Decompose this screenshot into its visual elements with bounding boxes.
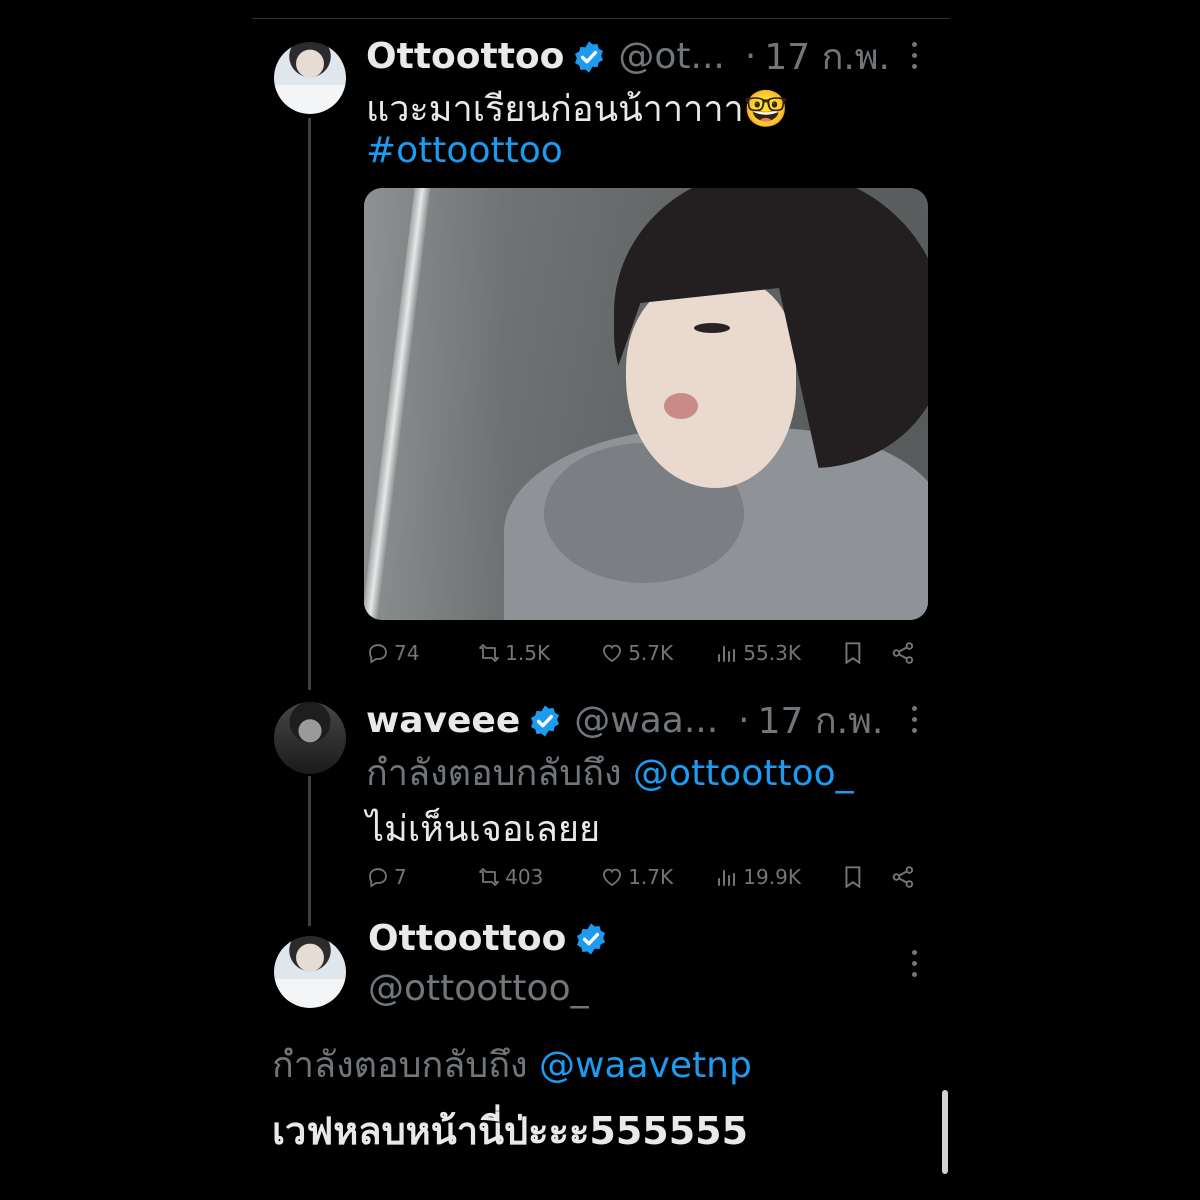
scrollbar-thumb[interactable] bbox=[942, 1090, 948, 1174]
share-icon[interactable] bbox=[890, 864, 916, 890]
views-count: 55.3K bbox=[743, 641, 801, 665]
verified-badge-icon bbox=[577, 922, 606, 955]
like-count: 5.7K bbox=[628, 641, 674, 665]
tweet-header: Ottoottoo @ot... · 17 ก.พ. bbox=[366, 28, 890, 85]
reply-count: 7 bbox=[394, 865, 407, 889]
reply-count: 74 bbox=[394, 641, 420, 665]
retweet-count: 1.5K bbox=[505, 641, 551, 665]
more-icon[interactable] bbox=[912, 706, 918, 733]
views-button[interactable]: 19.9K bbox=[715, 865, 832, 889]
user-handle[interactable]: @ot... bbox=[618, 36, 724, 77]
retweet-button[interactable]: 403 bbox=[477, 865, 600, 889]
retweet-button[interactable]: 1.5K bbox=[477, 641, 600, 665]
separator-dot: · bbox=[744, 36, 757, 77]
reply-button[interactable]: 7 bbox=[366, 865, 477, 889]
verified-badge-icon bbox=[531, 704, 560, 737]
views-icon bbox=[718, 646, 736, 662]
reply-context: กำลังตอบกลับถึง @waavetnp bbox=[272, 1036, 752, 1093]
display-name[interactable]: Ottoottoo bbox=[368, 918, 566, 959]
reply-icon bbox=[369, 868, 387, 888]
retweet-count: 403 bbox=[505, 865, 544, 889]
reply-button[interactable]: 74 bbox=[366, 641, 477, 665]
like-button[interactable]: 1.7K bbox=[600, 865, 715, 889]
tweet-date[interactable]: 17 ก.พ. bbox=[764, 28, 890, 85]
thread-connector bbox=[308, 118, 311, 690]
bookmark-icon[interactable] bbox=[840, 640, 866, 666]
tweet-text: ไม่เห็นเจอเลยย bbox=[366, 809, 601, 850]
mention-link[interactable]: @ottoottoo_ bbox=[633, 753, 854, 794]
like-count: 1.7K bbox=[628, 865, 674, 889]
tweet-header: waveee @waa... · 17 ก.พ. bbox=[366, 692, 883, 749]
like-icon bbox=[603, 644, 622, 663]
verified-badge-icon bbox=[575, 40, 604, 73]
share-icon[interactable] bbox=[890, 640, 916, 666]
tweet-header: Ottoottoo bbox=[368, 918, 608, 959]
bookmark-icon[interactable] bbox=[840, 864, 866, 890]
avatar[interactable] bbox=[274, 42, 346, 114]
hashtag-link[interactable]: #ottoottoo bbox=[366, 130, 563, 171]
retweet-icon bbox=[479, 644, 500, 662]
like-button[interactable]: 5.7K bbox=[600, 641, 715, 665]
tweet-date[interactable]: 17 ก.พ. bbox=[758, 692, 884, 749]
reply-prefix: กำลังตอบกลับถึง bbox=[272, 1045, 528, 1086]
avatar[interactable] bbox=[274, 936, 346, 1008]
more-icon[interactable] bbox=[912, 42, 918, 69]
display-name[interactable]: Ottoottoo bbox=[366, 36, 564, 77]
tweet-text: แวะมาเรียนก่อนน้าาาาา🤓 bbox=[366, 89, 789, 130]
retweet-icon bbox=[479, 868, 500, 886]
top-divider bbox=[252, 18, 950, 19]
tweet-text: เวฟหลบหน้านี่ป่ะะะ555555 bbox=[272, 1109, 749, 1153]
views-button[interactable]: 55.3K bbox=[715, 641, 832, 665]
separator-dot: · bbox=[738, 700, 750, 741]
reply-prefix: กำลังตอบกลับถึง bbox=[366, 753, 622, 794]
mention-link[interactable]: @waavetnp bbox=[539, 1045, 752, 1086]
like-icon bbox=[603, 868, 622, 887]
tweet-actions: 7 403 1.7K 19.9K bbox=[366, 864, 916, 890]
display-name[interactable]: waveee bbox=[366, 700, 520, 741]
thread-connector bbox=[308, 776, 311, 926]
views-icon bbox=[718, 870, 736, 886]
tweet-photo[interactable] bbox=[364, 188, 928, 620]
user-handle[interactable]: @ottoottoo_ bbox=[368, 968, 589, 1009]
tweet-actions: 74 1.5K 5.7K 55.3K bbox=[366, 640, 916, 666]
views-count: 19.9K bbox=[743, 865, 801, 889]
reply-context: กำลังตอบกลับถึง @ottoottoo_ bbox=[366, 744, 854, 801]
reply-icon bbox=[369, 644, 387, 664]
more-icon[interactable] bbox=[912, 950, 918, 977]
avatar[interactable] bbox=[274, 702, 346, 774]
user-handle[interactable]: @waa... bbox=[574, 700, 718, 741]
